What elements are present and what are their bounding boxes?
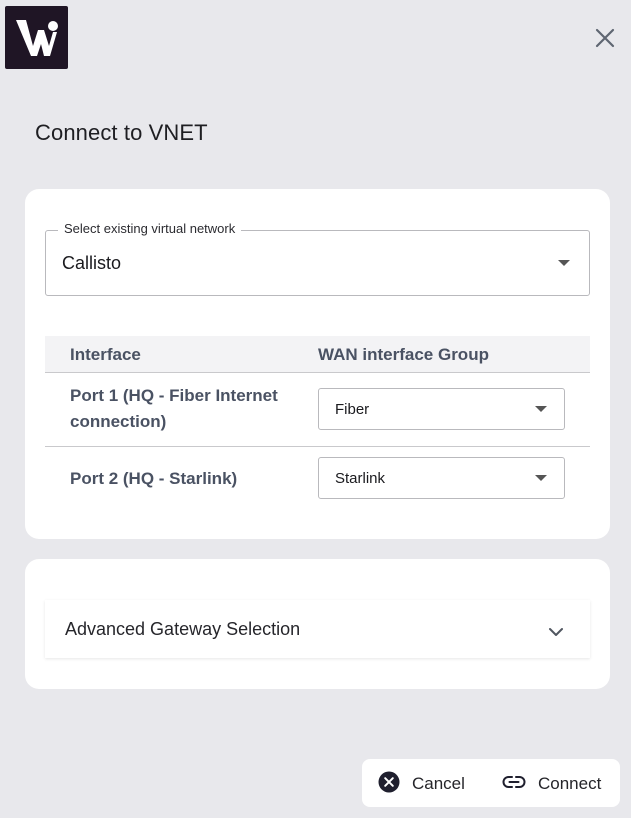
accordion-title: Advanced Gateway Selection [65,619,301,639]
vnet-select[interactable]: Select existing virtual network Callisto [45,221,590,296]
advanced-gateway-accordion[interactable]: Advanced Gateway Selection [45,600,590,658]
table-header: Interface WAN interface Group [45,336,590,373]
interface-table: Interface WAN interface Group Port 1 (HQ… [45,336,590,513]
cancel-circle-icon [378,771,400,798]
brand-logo-icon [5,6,68,69]
close-icon[interactable] [592,25,618,51]
link-icon [502,775,526,794]
connect-label: Connect [538,774,602,793]
table-row: Port 1 (HQ - Fiber Internet connection) … [45,373,590,447]
caret-down-icon [535,406,547,412]
vnet-select-value: Callisto [62,253,122,273]
connect-button[interactable]: Connect [502,771,601,797]
column-header-interface: Interface [70,345,141,364]
cancel-button[interactable]: Cancel [378,771,465,797]
table-row: Port 2 (HQ - Starlink) Starlink [45,447,590,513]
wan-group-value: Starlink [335,470,386,487]
port-label: Port 1 (HQ - Fiber Internet connection) [70,386,278,431]
caret-down-icon [535,475,547,481]
action-bar: Cancel Connect [362,759,620,807]
wan-group-select[interactable]: Starlink [318,457,565,499]
column-header-wan-group: WAN interface Group [318,345,489,364]
wan-group-value: Fiber [335,401,370,418]
vnet-select-label: Select existing virtual network [58,221,242,236]
advanced-card: Advanced Gateway Selection [25,559,610,689]
port-label: Port 2 (HQ - Starlink) [70,469,238,488]
chevron-down-icon [548,624,564,642]
cancel-label: Cancel [412,774,465,793]
page-title: Connect to VNET [35,120,208,145]
vnet-settings-card: Select existing virtual network Callisto… [25,189,610,539]
wan-group-select[interactable]: Fiber [318,388,565,430]
caret-down-icon [558,260,570,266]
